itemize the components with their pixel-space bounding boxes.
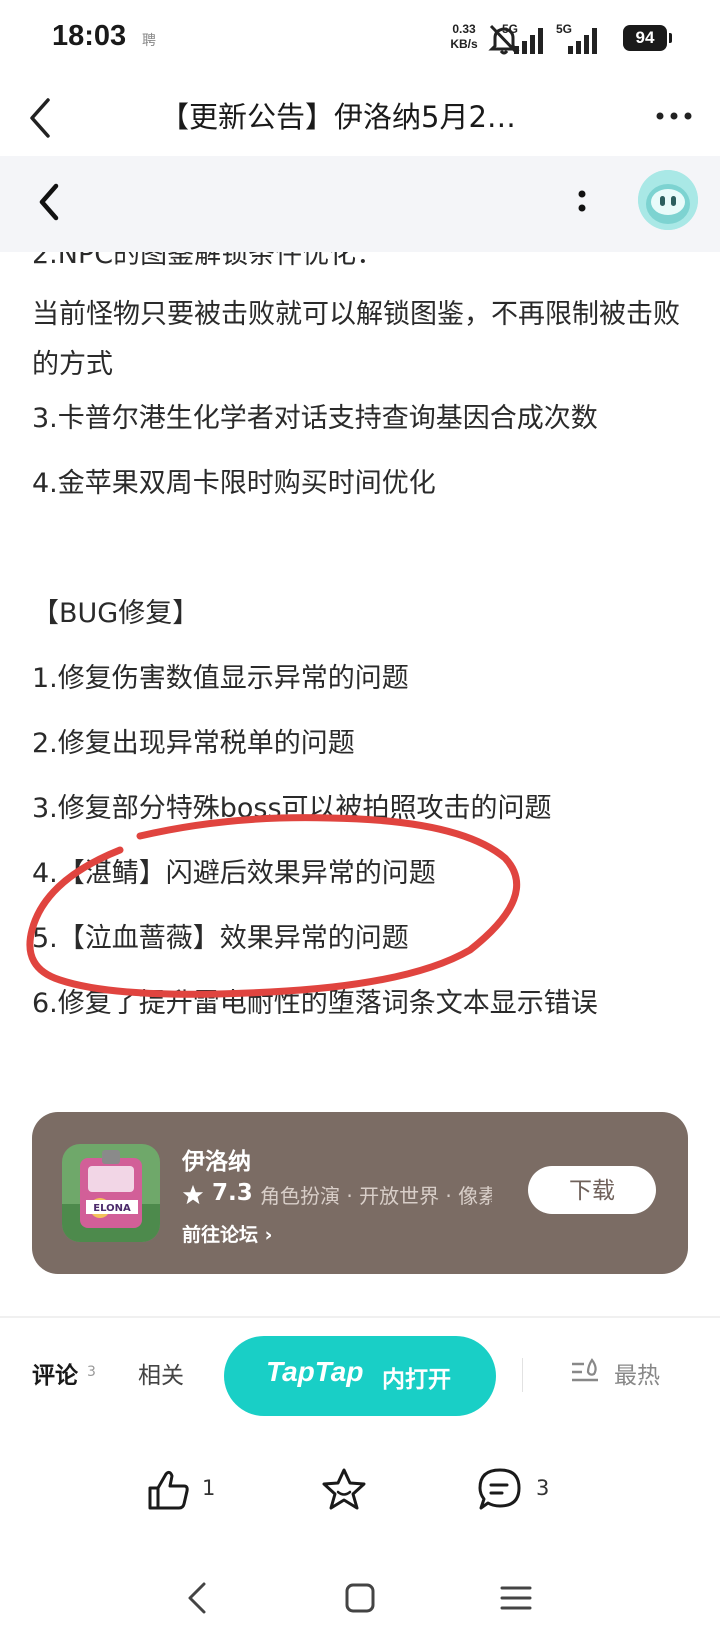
article-line: 1.修复伤害数值显示异常的问题 — [32, 663, 409, 694]
taptap-brand-text: TapTap — [266, 1356, 364, 1387]
back-button[interactable] — [22, 92, 62, 144]
sort-hot-label[interactable]: 最热 — [614, 1356, 660, 1390]
article-line: 3.修复部分特殊boss可以被拍照攻击的问题 — [32, 793, 552, 824]
post-actions-bar: 1 3 — [0, 1440, 720, 1540]
game-icon-logo-text: ELONA — [93, 1203, 131, 1214]
game-card[interactable]: ELONA 伊洛纳 7.3 角色扮演 · 开放世界 · 像素 前往论坛 › 下载 — [32, 1112, 688, 1274]
forum-link[interactable]: 前往论坛 › — [182, 1220, 272, 1247]
star-icon — [182, 1184, 204, 1205]
download-button[interactable]: 下载 — [528, 1166, 656, 1214]
open-in-app-text: 内打开 — [382, 1366, 451, 1392]
status-time: 18:03 — [52, 20, 127, 52]
article-line: 当前怪物只要被击败就可以解锁图鉴，不再限制被击败的方式 — [32, 299, 680, 380]
webview-nav-bar — [0, 156, 720, 252]
comments-count-badge: 3 — [87, 1364, 96, 1380]
system-navigation-bar — [0, 1560, 720, 1640]
section-heading-bugfix: 【BUG修复】 — [32, 598, 200, 629]
status-bar: 18:03 聘 0.33 KB/s 5G 5G 94 — [0, 0, 720, 80]
more-options-icon[interactable] — [652, 96, 696, 136]
sort-hot-icon[interactable] — [570, 1358, 600, 1388]
favorite-star-icon[interactable] — [320, 1466, 368, 1514]
article-line: 4.金苹果双周卡限时购买时间优化 — [32, 468, 436, 499]
article-line: 4.【湛鲭】闪避后效果异常的问题 — [32, 858, 436, 889]
game-app-icon[interactable]: ELONA — [62, 1144, 160, 1242]
network-speed: 0.33 KB/s — [446, 22, 482, 52]
signal-sim2-icon: 5G — [556, 22, 602, 54]
tab-comments[interactable]: 评论 — [32, 1356, 78, 1390]
article-line: 2.修复出现异常税单的问题 — [32, 728, 355, 759]
inner-menu-icon[interactable] — [570, 184, 594, 220]
comment-tabs-bar: 评论 3 相关 TapTap 内打开 最热 — [0, 1318, 720, 1418]
inner-back-button[interactable] — [30, 176, 70, 228]
title-bar: 【更新公告】伊洛纳5月2… — [0, 80, 720, 156]
article-line: 5.【泣血蔷薇】效果异常的问题 — [32, 923, 409, 954]
like-count: 1 — [202, 1476, 216, 1500]
divider — [522, 1358, 523, 1392]
article-body: 2.NPC的图鉴解锁条件优化： 当前怪物只要被击败就可以解锁图鉴，不再限制被击败… — [0, 230, 720, 1090]
comment-bubble-icon[interactable] — [476, 1466, 524, 1514]
app-notification-icon: 聘 — [142, 33, 156, 49]
rating-value: 7.3 — [212, 1180, 253, 1206]
article-line: 3.卡普尔港生化学者对话支持查询基因合成次数 — [32, 403, 598, 434]
game-name: 伊洛纳 — [182, 1149, 251, 1175]
signal-sim1-icon: 5G — [502, 22, 548, 54]
comment-count: 3 — [536, 1476, 550, 1500]
game-tags: 角色扮演 · 开放世界 · 像素 — [260, 1184, 492, 1208]
battery-icon: 94 — [623, 25, 672, 51]
page-title: 【更新公告】伊洛纳5月2… — [160, 100, 516, 134]
system-recents-icon[interactable] — [496, 1578, 536, 1618]
article-line: 6.修复了提升雷电耐性的堕落词条文本显示错误 — [32, 988, 598, 1019]
like-icon[interactable] — [144, 1466, 192, 1514]
system-back-icon[interactable] — [178, 1578, 218, 1618]
open-in-taptap-button[interactable]: TapTap 内打开 — [224, 1336, 496, 1416]
system-home-icon[interactable] — [340, 1578, 380, 1618]
tab-related[interactable]: 相关 — [138, 1356, 184, 1390]
network-speed-unit: KB/s — [450, 37, 478, 51]
network-speed-value: 0.33 — [452, 22, 476, 36]
avatar[interactable] — [638, 170, 698, 230]
